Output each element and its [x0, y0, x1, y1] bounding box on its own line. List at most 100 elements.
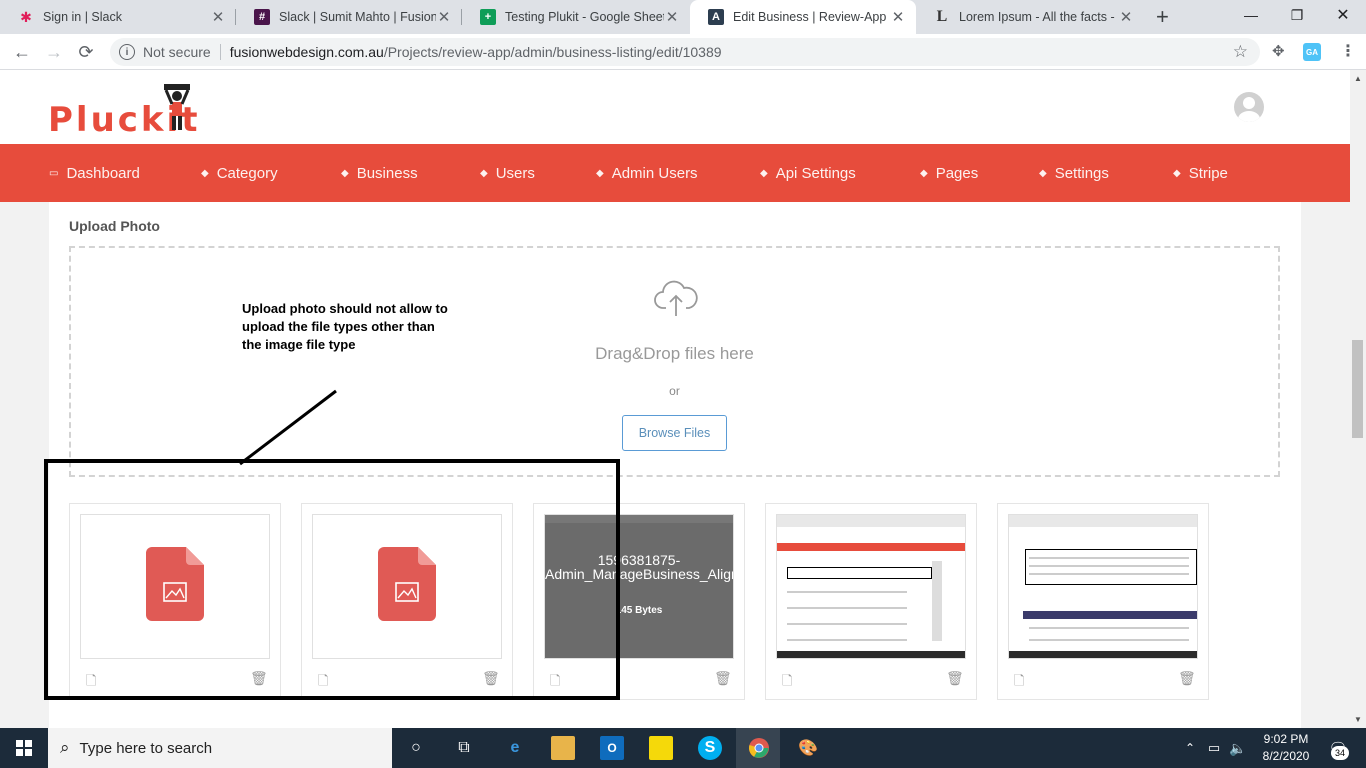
- taskbar-search-box[interactable]: ⌕ Type here to search: [48, 728, 392, 768]
- file-preview-card: 🗋 🗑: [765, 503, 977, 700]
- page-scrollbar[interactable]: ▲ ▼: [1350, 70, 1366, 728]
- file-preview: [312, 514, 502, 659]
- back-button[interactable]: ←: [11, 41, 33, 63]
- omnibox[interactable]: i Not secure fusionwebdesign.com.au/Proj…: [110, 38, 1260, 66]
- menu-item-pages[interactable]: ◆ Pages: [920, 144, 978, 202]
- pluckit-logo[interactable]: Pluckit: [48, 82, 208, 140]
- file-name: 1596381875-Admin_ManageBusiness_AlignICo…: [545, 552, 733, 582]
- file-details-icon[interactable]: 🗋: [86, 672, 96, 694]
- skype-icon[interactable]: S: [698, 736, 722, 760]
- file-explorer-icon[interactable]: [551, 736, 575, 760]
- paint-icon[interactable]: 🎨: [796, 736, 820, 760]
- menu-item-category[interactable]: ◆ Category: [201, 144, 278, 202]
- task-view-icon[interactable]: ⧉: [452, 736, 476, 760]
- site-header: Pluckit: [0, 70, 1350, 144]
- search-placeholder: Type here to search: [79, 739, 213, 757]
- ga-extension-icon[interactable]: GA: [1303, 43, 1321, 61]
- browser-menu-icon[interactable]: ⋮: [1340, 41, 1356, 61]
- browse-files-button[interactable]: Browse Files: [622, 415, 727, 451]
- file-details-icon[interactable]: 🗋: [318, 672, 328, 694]
- menu-item-business[interactable]: ◆ Business: [341, 144, 418, 202]
- diamond-icon: ◆: [760, 167, 768, 179]
- file-details-icon[interactable]: 🗋: [782, 672, 792, 694]
- tray-chevron-icon[interactable]: ⌃: [1178, 736, 1202, 760]
- close-tab-icon[interactable]: ✕: [1118, 8, 1134, 26]
- file-details-icon[interactable]: 🗋: [550, 672, 560, 694]
- cortana-icon[interactable]: ○: [404, 736, 428, 760]
- review-app-icon: A: [708, 9, 724, 25]
- extensions-icon[interactable]: ✥: [1272, 42, 1285, 60]
- sticky-notes-icon[interactable]: [649, 736, 673, 760]
- trash-icon[interactable]: 🗑: [946, 670, 964, 687]
- file-preview-hover[interactable]: 1596381875-Admin_ManageBusiness_AlignICo…: [544, 514, 734, 659]
- edge-icon[interactable]: e: [503, 736, 527, 760]
- windows-taskbar: ⌕ Type here to search ○ ⧉ e O S 🎨 ⌃ ▭ 🔈 …: [0, 728, 1366, 768]
- or-text: or: [669, 384, 680, 398]
- trash-icon[interactable]: 🗑: [714, 670, 732, 687]
- tab-lorem-ipsum[interactable]: L Lorem Ipsum - All the facts - Li ✕: [916, 0, 1144, 34]
- close-window-button[interactable]: ✕: [1320, 0, 1366, 30]
- taskbar-clock[interactable]: 9:02 PM 8/2/2020: [1256, 731, 1316, 765]
- security-label: Not secure: [143, 44, 211, 60]
- diamond-icon: ◆: [596, 167, 604, 179]
- menu-item-dashboard[interactable]: ▭ Dashboard: [49, 144, 140, 202]
- trash-icon[interactable]: 🗑: [482, 670, 500, 687]
- reload-button[interactable]: ⟳: [75, 41, 97, 63]
- file-preview-card: 🗋 🗑: [69, 503, 281, 700]
- close-tab-icon[interactable]: ✕: [436, 8, 452, 26]
- address-toolbar: ← → ⟳ i Not secure fusionwebdesign.com.a…: [0, 34, 1366, 70]
- search-icon: ⌕: [60, 738, 70, 757]
- slack-icon: ✱: [20, 8, 32, 25]
- tab-edit-business[interactable]: A Edit Business | Review-App ✕: [690, 0, 916, 34]
- scrollbar-thumb[interactable]: [1352, 340, 1363, 438]
- diamond-icon: ◆: [341, 167, 349, 179]
- menu-item-users[interactable]: ◆ Users: [480, 144, 535, 202]
- file-preview-card: 🗋 🗑: [301, 503, 513, 700]
- file-preview-card: 1596381875-Admin_ManageBusiness_AlignICo…: [533, 503, 745, 700]
- monitor-icon: ▭: [49, 167, 59, 179]
- info-icon[interactable]: i: [119, 44, 135, 60]
- menu-item-stripe[interactable]: ◆ Stripe: [1173, 144, 1228, 202]
- file-details-icon[interactable]: 🗋: [1014, 672, 1024, 694]
- trash-icon[interactable]: 🗑: [1178, 670, 1196, 687]
- bookmark-star-icon[interactable]: ☆: [1233, 42, 1248, 62]
- clock-time: 9:02 PM: [1263, 732, 1309, 746]
- page-viewport: Pluckit ▭ Dashboard ◆ Category ◆ Business ◆…: [0, 70, 1350, 728]
- clock-date: 8/2/2020: [1262, 749, 1310, 763]
- tab-title: Edit Business | Review-App: [733, 10, 887, 24]
- volume-icon[interactable]: 🔈: [1226, 736, 1250, 760]
- menu-item-settings[interactable]: ◆ Settings: [1039, 144, 1109, 202]
- user-avatar[interactable]: [1234, 92, 1264, 122]
- minimize-button[interactable]: —: [1228, 0, 1274, 30]
- file-preview: [80, 514, 270, 659]
- annotation-note: Upload photo should not allow to upload …: [242, 301, 448, 352]
- maximize-button[interactable]: ❐: [1274, 0, 1320, 30]
- close-tab-icon[interactable]: ✕: [664, 8, 680, 26]
- diamond-icon: ◆: [920, 167, 928, 179]
- lorem-ipsum-icon: L: [936, 8, 948, 25]
- upload-photo-card: Upload Photo Drag&Drop files here or Bro…: [49, 202, 1301, 728]
- menu-item-admin-users[interactable]: ◆ Admin Users: [596, 144, 698, 202]
- windows-logo-icon: [16, 740, 32, 756]
- forward-button[interactable]: →: [43, 41, 65, 63]
- new-tab-button[interactable]: +: [1156, 6, 1169, 28]
- url-text[interactable]: fusionwebdesign.com.au/Projects/review-a…: [230, 44, 722, 60]
- close-tab-icon[interactable]: ✕: [890, 8, 906, 26]
- notification-count-badge: 34: [1331, 746, 1349, 760]
- browser-tab-strip: ✱ Sign in | Slack ✕ # Slack | Sumit Maht…: [0, 0, 1366, 34]
- windows-start-button[interactable]: [0, 728, 48, 768]
- image-file-icon: [146, 547, 204, 621]
- diamond-icon: ◆: [1173, 167, 1181, 179]
- close-tab-icon[interactable]: ✕: [210, 8, 226, 26]
- battery-icon[interactable]: ▭: [1202, 736, 1226, 760]
- tab-slack-sumit[interactable]: # Slack | Sumit Mahto | Fusion W ✕: [236, 0, 462, 34]
- menu-item-api-settings[interactable]: ◆ Api Settings: [760, 144, 856, 202]
- screenshot-thumbnail: [776, 514, 966, 659]
- tab-title: Sign in | Slack: [43, 10, 122, 24]
- dropzone[interactable]: Drag&Drop files here or Browse Files: [69, 246, 1280, 477]
- trash-icon[interactable]: 🗑: [250, 670, 268, 687]
- tab-google-sheets[interactable]: + Testing Plukit - Google Sheets ✕: [462, 0, 690, 34]
- cloud-upload-icon: [654, 280, 698, 316]
- outlook-icon[interactable]: O: [600, 736, 624, 760]
- tab-slack-signin[interactable]: ✱ Sign in | Slack ✕: [0, 0, 236, 34]
